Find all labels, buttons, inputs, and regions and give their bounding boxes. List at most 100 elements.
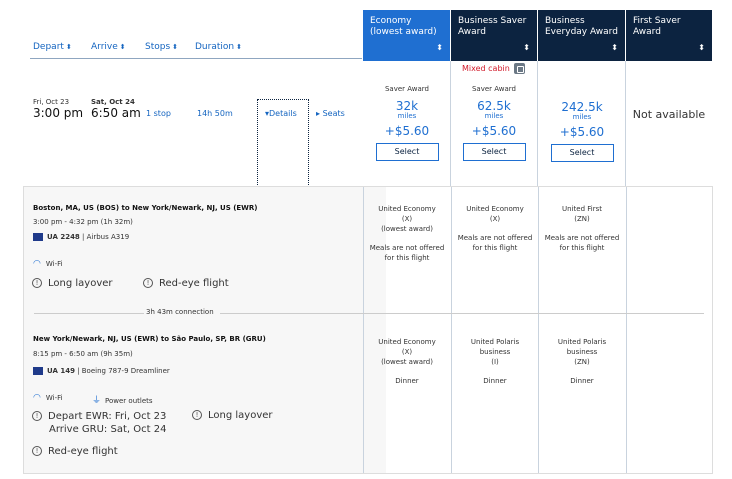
- miles-unit: miles: [484, 112, 504, 120]
- connection-line-right: [220, 313, 704, 314]
- caret-right-icon: ▸: [316, 109, 321, 118]
- arrive-block: Sat, Oct 24 6:50 am: [91, 98, 141, 120]
- warning-icon: !: [32, 446, 42, 456]
- sort-arrive-label: Arrive: [91, 42, 118, 52]
- mixed-cabin-info-icon[interactable]: [514, 63, 525, 74]
- cabin-name: United Economy: [466, 205, 524, 213]
- fare-class: (ZN): [574, 358, 590, 366]
- warning-label: Red-eye flight: [48, 446, 118, 457]
- segment-1-flight: UA 2248 | Airbus A319: [33, 233, 129, 241]
- segment-1-warning-layover[interactable]: ! Long layover: [32, 278, 113, 289]
- connection-time: 3h 43m connection: [146, 308, 214, 316]
- segment-1-cabin-economy: United Economy (X) (lowest award) Meals …: [364, 204, 450, 263]
- cabin-header-economy[interactable]: Economy (lowest award) ⬍: [363, 10, 450, 61]
- flight-details-panel: Boston, MA, US (BOS) to New York/Newark,…: [23, 186, 713, 474]
- cabin-type: business: [566, 348, 598, 356]
- fare-class: (X): [489, 215, 501, 223]
- select-business-everyday-button[interactable]: Select: [550, 144, 614, 162]
- details-toggle[interactable]: ▾Details: [265, 109, 297, 118]
- segment-2-times: 8:15 pm - 6:50 am (9h 35m): [33, 350, 133, 358]
- cabin-header-line1: First Saver Award: [633, 16, 681, 37]
- meal-info: Meals are not offered for this flight: [544, 234, 620, 252]
- segment-2-cabin-economy: United Economy (X) (lowest award) Dinner: [364, 337, 450, 386]
- tax-amount: +$5.60: [471, 124, 517, 138]
- arrive-time: 6:50 am: [91, 106, 141, 120]
- segment-2-warning-layover[interactable]: ! Long layover: [192, 410, 273, 421]
- column-divider: [537, 61, 538, 186]
- warning-depart: Depart EWR: Fri, Oct 23: [48, 411, 167, 422]
- meal-info: Dinner: [570, 377, 594, 385]
- tax-amount: +$5.60: [559, 125, 605, 139]
- meal-info: Meals are not offered for this flight: [457, 234, 533, 252]
- cabin-name: United Economy: [378, 205, 436, 213]
- duration-value: 14h 50m: [197, 109, 233, 118]
- cabin-header-line2: (lowest award): [370, 27, 437, 37]
- sort-arrows-icon: ⬍: [611, 43, 618, 52]
- segment-1-cabin-business-everyday: United First (ZN) Meals are not offered …: [539, 204, 625, 253]
- sort-depart[interactable]: Depart ⬍: [33, 42, 72, 52]
- power-outlet-icon: ⏚: [92, 396, 102, 406]
- sort-stops[interactable]: Stops ⬍: [145, 42, 178, 52]
- cabin-type: business: [479, 348, 511, 356]
- meal-info: Dinner: [483, 377, 507, 385]
- segment-2-power: ⏚ Power outlets: [92, 393, 153, 406]
- cabin-name: United Polaris: [557, 338, 607, 346]
- award-type: Saver Award: [384, 85, 429, 93]
- cabin-name: United Economy: [378, 338, 436, 346]
- cabin-name: United First: [562, 205, 602, 213]
- depart-date: Fri, Oct 23: [33, 98, 70, 106]
- cabin-header-business-everyday[interactable]: Business Everyday Award ⬍: [538, 10, 625, 61]
- header-divider: [30, 58, 362, 59]
- segment-1-wifi: ◠ Wi-Fi: [33, 259, 63, 269]
- fare-class: (X): [401, 215, 413, 223]
- stops-link[interactable]: 1 stop: [146, 109, 171, 118]
- cabin-header-business-saver[interactable]: Business Saver Award ⬍: [451, 10, 537, 61]
- miles-amount: 32k: [395, 99, 419, 113]
- seats-label: Seats: [322, 109, 345, 118]
- segment-2-route: New York/Newark, NJ, US (EWR) to São Pau…: [33, 335, 266, 343]
- price-business-everyday: 242.5k miles +$5.60 Select: [539, 85, 625, 162]
- sort-arrows-icon: ⬍: [119, 43, 126, 51]
- sort-duration-label: Duration: [195, 42, 235, 52]
- miles-amount: 242.5k: [561, 100, 603, 114]
- aircraft: | Airbus A319: [82, 233, 130, 241]
- sort-arrows-icon: ⬍: [698, 43, 705, 52]
- cabin-header-line2: Award: [458, 27, 486, 37]
- cabin-header-first-saver[interactable]: First Saver Award ⬍: [626, 10, 712, 61]
- warning-icon: !: [143, 278, 153, 288]
- cabin-header-line1: Economy: [370, 16, 412, 26]
- warning-label: Long layover: [208, 410, 273, 421]
- sort-arrows-icon: ⬍: [172, 43, 179, 51]
- segment-1-warning-redeye[interactable]: ! Red-eye flight: [143, 278, 229, 289]
- amenity-label: Power outlets: [105, 397, 153, 405]
- sort-duration[interactable]: Duration ⬍: [195, 42, 242, 52]
- select-economy-button[interactable]: Select: [375, 143, 439, 161]
- segment-1-times: 3:00 pm - 4:32 pm (1h 32m): [33, 218, 133, 226]
- details-label: Details: [269, 109, 297, 118]
- fare-class: (I): [491, 358, 499, 366]
- segment-2-wifi: ◠ Wi-Fi: [33, 393, 63, 403]
- price-economy: Saver Award 32k miles +$5.60 Select: [364, 85, 450, 161]
- seats-toggle[interactable]: ▸ Seats: [316, 109, 345, 118]
- warning-arrive: Arrive GRU: Sat, Oct 24: [49, 424, 167, 435]
- miles-amount: 62.5k: [477, 99, 511, 113]
- sort-arrive[interactable]: Arrive ⬍: [91, 42, 126, 52]
- flight-number[interactable]: UA 2248: [47, 233, 80, 241]
- flight-number[interactable]: UA 149: [47, 367, 75, 375]
- mixed-cabin-label: Mixed cabin: [462, 64, 510, 73]
- column-divider: [625, 61, 626, 186]
- segment-2-warning-redeye[interactable]: ! Red-eye flight: [32, 446, 118, 457]
- airline-logo-icon: [33, 233, 43, 241]
- first-saver-not-available: Not available: [632, 108, 706, 121]
- warning-label: Long layover: [48, 278, 113, 289]
- arrive-date: Sat, Oct 24: [91, 98, 135, 106]
- select-business-saver-button[interactable]: Select: [462, 143, 526, 161]
- cabin-name: United Polaris: [470, 338, 520, 346]
- fare-class: (X): [401, 348, 413, 356]
- segment-2-warning-timechange[interactable]: ! Depart EWR: Fri, Oct 23 Arrive GRU: Sat…: [32, 410, 166, 436]
- segment-1-route: Boston, MA, US (BOS) to New York/Newark,…: [33, 204, 258, 212]
- sort-depart-label: Depart: [33, 42, 64, 52]
- sort-stops-label: Stops: [145, 42, 171, 52]
- award-type: [539, 85, 625, 94]
- price-business-saver: Saver Award 62.5k miles +$5.60 Select: [451, 85, 537, 161]
